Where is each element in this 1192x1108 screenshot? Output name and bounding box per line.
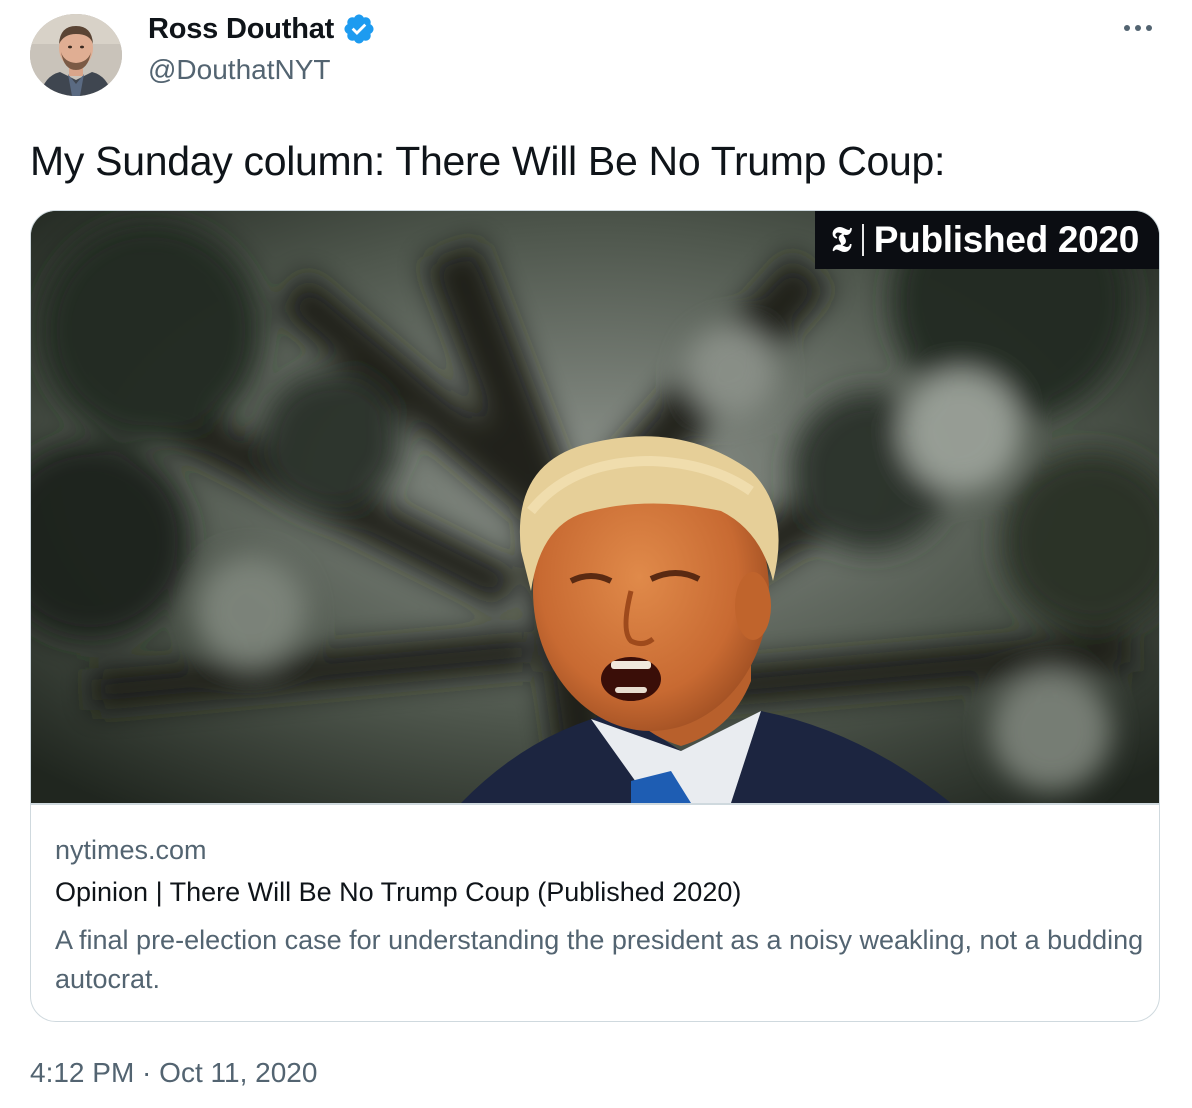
- author-name-row: Ross Douthat: [148, 12, 376, 46]
- tweet-timestamp[interactable]: 4:12 PM · Oct 11, 2020: [30, 1057, 317, 1089]
- author-display-name[interactable]: Ross Douthat: [148, 13, 334, 46]
- card-description: A final pre-election case for understand…: [55, 925, 1144, 994]
- card-divider: [31, 803, 1159, 805]
- article-photo: [31, 211, 1159, 803]
- author-handle[interactable]: @DouthatNYT: [148, 54, 331, 86]
- card-title[interactable]: Opinion | There Will Be No Trump Coup (P…: [55, 877, 741, 908]
- tweet: Ross Douthat @DouthatNYT My Sunday colum…: [0, 0, 1192, 1108]
- more-options-icon[interactable]: [1118, 14, 1158, 42]
- verified-badge-icon: [342, 12, 376, 46]
- card-image[interactable]: 𝕿 Published 2020: [31, 211, 1159, 803]
- badge-separator: [861, 224, 864, 256]
- published-badge-text: Published 2020: [873, 219, 1140, 260]
- card-domain: nytimes.com: [55, 835, 207, 865]
- nyt-logo-icon: 𝕿: [830, 220, 852, 260]
- link-preview-card[interactable]: 𝕿 Published 2020 nytimes.com Opinion | T…: [30, 210, 1160, 1022]
- tweet-text: My Sunday column: There Will Be No Trump…: [30, 138, 946, 184]
- author-avatar[interactable]: [30, 14, 122, 96]
- published-badge: 𝕿 Published 2020: [814, 211, 1159, 269]
